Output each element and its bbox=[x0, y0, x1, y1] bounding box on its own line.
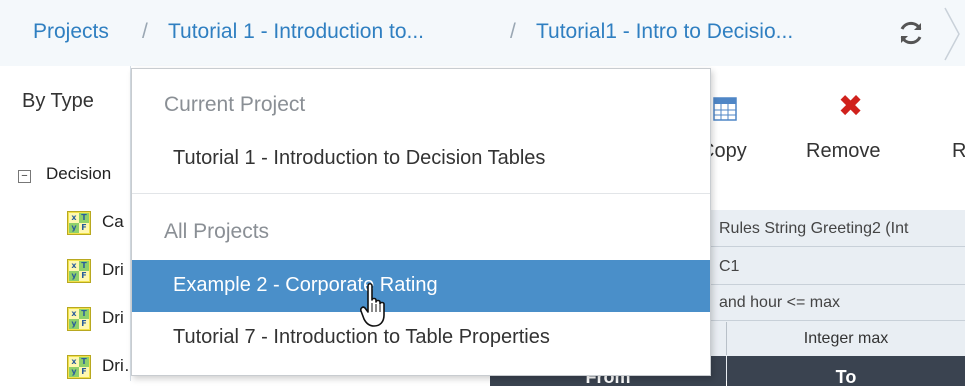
decision-table-icon: xTyF bbox=[67, 211, 91, 235]
dropdown-item[interactable]: Tutorial 1 - Introduction to Decision Ta… bbox=[132, 133, 710, 183]
copy-icon[interactable] bbox=[712, 96, 738, 122]
table-row[interactable]: Rules String Greeting2 (Int bbox=[710, 212, 965, 247]
hand-cursor-icon bbox=[360, 282, 385, 327]
decision-table-icon: xTyF bbox=[67, 355, 91, 379]
collapse-icon[interactable]: − bbox=[18, 170, 31, 183]
remove-icon[interactable]: ✖ bbox=[838, 92, 863, 122]
refresh-icon[interactable] bbox=[896, 18, 926, 48]
dropdown-item-label: Tutorial 1 - Introduction to Decision Ta… bbox=[173, 147, 546, 169]
view-mode-label[interactable]: By Type bbox=[22, 90, 94, 113]
toolbar-more-button[interactable]: R bbox=[952, 140, 965, 163]
dropdown-group-all: All Projects bbox=[164, 220, 270, 243]
dropdown-item-selected[interactable]: Example 2 - Corporate Rating bbox=[132, 260, 710, 312]
remove-button[interactable]: Remove bbox=[806, 140, 880, 163]
breadcrumb-project[interactable]: Tutorial 1 - Introduction to... bbox=[168, 18, 424, 46]
table-row[interactable]: and hour <= max bbox=[710, 286, 965, 321]
breadcrumb-projects[interactable]: Projects bbox=[33, 18, 109, 46]
left-panel: By Type − Decision xTyF Ca xTyF Dri xTyF… bbox=[0, 66, 218, 381]
dropdown-divider bbox=[132, 193, 710, 194]
breadcrumb: Projects / Tutorial 1 - Introduction to.… bbox=[0, 0, 965, 67]
dropdown-item[interactable]: Tutorial 7 - Introduction to Table Prope… bbox=[132, 312, 710, 362]
tree-root-decision[interactable]: Decision bbox=[46, 164, 111, 184]
tree-item-label: Dri bbox=[102, 260, 124, 279]
tree-item-label: Dri bbox=[102, 308, 124, 327]
breadcrumb-separator: / bbox=[142, 20, 148, 43]
decision-table-icon: xTyF bbox=[67, 259, 91, 283]
dropdown-item-label: Example 2 - Corporate Rating bbox=[173, 274, 438, 296]
dropdown-group-current: Current Project bbox=[164, 93, 306, 116]
breadcrumb-separator: / bbox=[510, 20, 516, 43]
project-dropdown: Current Project Tutorial 1 - Introductio… bbox=[131, 68, 711, 376]
column-head-to[interactable]: To bbox=[727, 356, 965, 386]
tree-item-label: Ca bbox=[102, 212, 124, 231]
table-row[interactable]: C1 bbox=[710, 250, 965, 285]
chevron-right-icon[interactable] bbox=[941, 6, 965, 62]
column-header[interactable]: Integer max bbox=[727, 322, 965, 355]
table-cell bbox=[710, 322, 727, 355]
breadcrumb-module[interactable]: Tutorial1 - Intro to Decisio... bbox=[536, 18, 793, 46]
decision-table-icon: xTyF bbox=[67, 307, 91, 331]
